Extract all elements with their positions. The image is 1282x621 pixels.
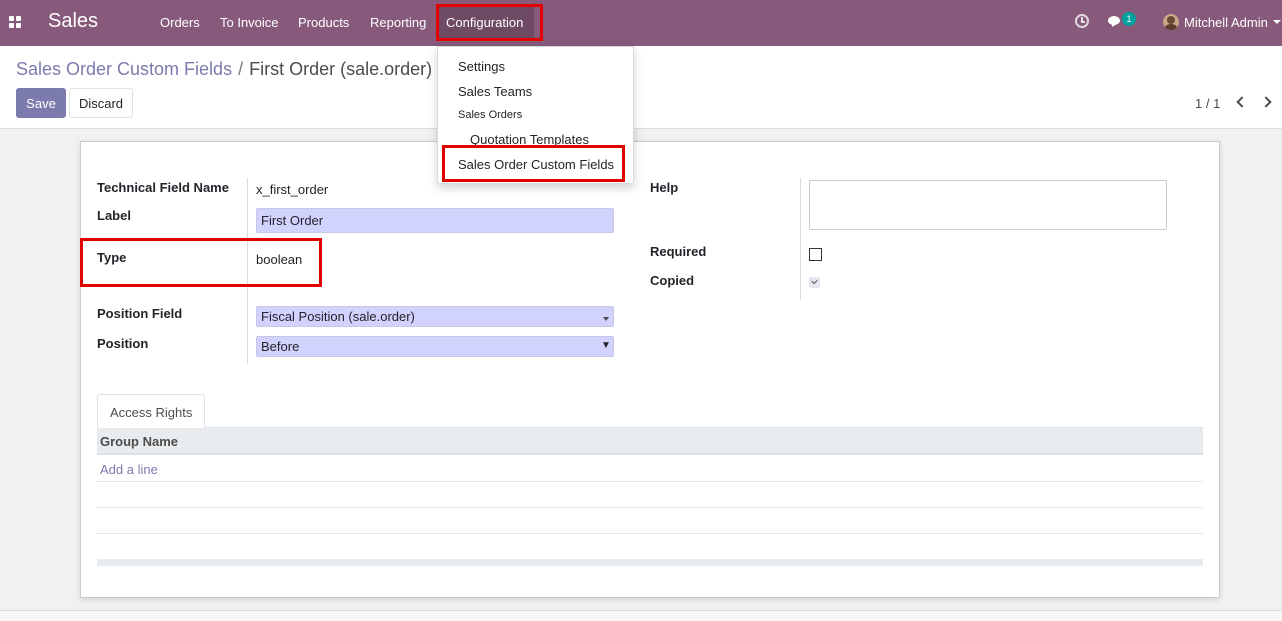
chevron-right-icon bbox=[1260, 96, 1272, 108]
menu-products[interactable]: Products bbox=[298, 15, 349, 30]
label-input[interactable]: First Order bbox=[256, 208, 614, 233]
discard-button[interactable]: Discard bbox=[69, 88, 133, 118]
breadcrumb-current: First Order (sale.order) bbox=[249, 59, 433, 79]
dropdown-section-sales-orders: Sales Orders bbox=[458, 109, 523, 121]
tab-access-rights-label: Access Rights bbox=[110, 405, 193, 420]
tab-access-rights[interactable]: Access Rights bbox=[97, 394, 205, 428]
user-menu-caret-icon[interactable] bbox=[1273, 20, 1281, 24]
type-value: boolean bbox=[256, 252, 303, 267]
required-checkbox[interactable] bbox=[809, 248, 822, 261]
pager-next-button[interactable] bbox=[1255, 88, 1282, 118]
type-label: Type bbox=[97, 250, 127, 265]
table-header: Group Name bbox=[97, 428, 1203, 455]
breadcrumb-parent[interactable]: Sales Order Custom Fields bbox=[16, 59, 232, 79]
menu-orders[interactable]: Orders bbox=[160, 15, 200, 30]
copied-checkbox bbox=[809, 277, 820, 288]
bottom-bar bbox=[0, 610, 1282, 621]
position-field-label: Position Field bbox=[97, 306, 183, 321]
technical-field-name-label: Technical Field Name bbox=[97, 180, 229, 195]
pager-value[interactable]: 1 / 1 bbox=[1195, 96, 1220, 111]
add-a-line-link[interactable]: Add a line bbox=[100, 462, 158, 477]
table-row bbox=[97, 533, 1203, 534]
position-select[interactable]: Before bbox=[256, 336, 614, 357]
menu-reporting[interactable]: Reporting bbox=[370, 15, 426, 30]
chevron-left-icon bbox=[1236, 96, 1248, 108]
label-field-label: Label bbox=[97, 208, 131, 223]
activity-clock-icon[interactable] bbox=[1075, 14, 1089, 28]
breadcrumb: Sales Order Custom Fields / First Order (s… bbox=[16, 59, 432, 80]
dropdown-item-sales-order-custom-fields[interactable]: Sales Order Custom Fields bbox=[458, 157, 614, 172]
help-textarea[interactable] bbox=[809, 180, 1167, 230]
app-brand[interactable]: Sales bbox=[48, 10, 98, 33]
user-menu[interactable]: Mitchell Admin bbox=[1184, 15, 1268, 30]
dropdown-item-sales-teams[interactable]: Sales Teams bbox=[458, 84, 532, 99]
help-label: Help bbox=[650, 180, 679, 195]
technical-field-name-value: x_first_order bbox=[256, 182, 329, 197]
required-label: Required bbox=[650, 244, 707, 259]
copied-label: Copied bbox=[650, 273, 695, 288]
column-group-name[interactable]: Group Name bbox=[100, 434, 178, 449]
pager-previous-button[interactable] bbox=[1227, 88, 1254, 118]
breadcrumb-separator: / bbox=[238, 59, 244, 79]
right-group-divider bbox=[800, 178, 801, 300]
position-field-caret-icon[interactable] bbox=[603, 317, 609, 321]
apps-menu-icon[interactable] bbox=[9, 16, 22, 28]
left-group-divider bbox=[247, 178, 248, 364]
user-avatar[interactable] bbox=[1163, 14, 1179, 30]
chat-count-badge: 1 bbox=[1122, 12, 1136, 26]
dropdown-item-settings[interactable]: Settings bbox=[458, 59, 505, 74]
position-select-caret-icon[interactable]: ▼ bbox=[601, 340, 611, 351]
save-button[interactable]: Save bbox=[16, 88, 66, 118]
menu-to-invoice[interactable]: To Invoice bbox=[220, 15, 279, 30]
position-field-select[interactable]: Fiscal Position (sale.order) bbox=[256, 306, 614, 327]
configuration-dropdown: Settings Sales Teams Sales Orders Quotat… bbox=[437, 46, 634, 184]
table-row bbox=[97, 481, 1203, 482]
menu-configuration[interactable]: Configuration bbox=[437, 5, 534, 38]
dropdown-item-quotation-templates[interactable]: Quotation Templates bbox=[470, 132, 589, 147]
top-navbar: Sales Orders To Invoice Products Reporti… bbox=[0, 0, 1282, 46]
table-footer bbox=[97, 559, 1203, 566]
table-row bbox=[97, 507, 1203, 508]
menu-configuration-label: Configuration bbox=[446, 15, 524, 30]
position-label: Position bbox=[97, 336, 149, 351]
control-panel: Sales Order Custom Fields / First Order (s… bbox=[0, 46, 1282, 129]
